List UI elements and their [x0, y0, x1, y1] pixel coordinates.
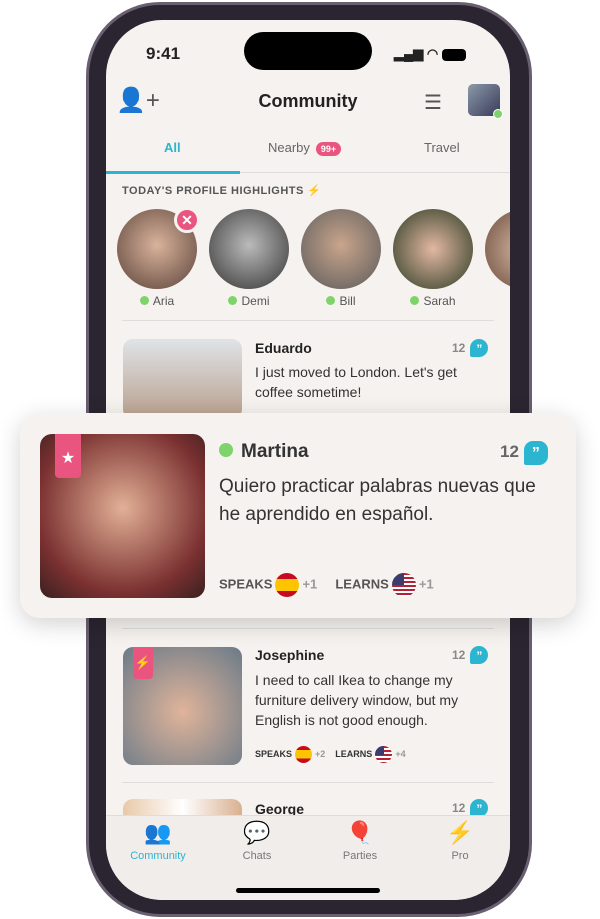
highlight-avatar-bill[interactable]: [301, 209, 381, 289]
quote-icon: ”: [470, 339, 489, 357]
lightning-icon: ⚡: [446, 820, 474, 845]
balloons-icon: 🎈: [346, 820, 374, 845]
tab-travel[interactable]: Travel: [424, 140, 460, 155]
post-count: 12”: [452, 339, 489, 357]
highlights-title: TODAY'S PROFILE HIGHLIGHTS ⚡: [122, 184, 322, 197]
featured-post-card[interactable]: ★ Martina 12” Quiero practicar palabras …: [20, 413, 576, 618]
tab-label: Nearby: [268, 140, 310, 155]
post-message: Quiero practicar palabras nuevas que he …: [219, 476, 536, 525]
nav-parties[interactable]: 🎈 Parties: [310, 816, 410, 862]
battery-icon: [441, 48, 466, 61]
sliders-icon[interactable]: ☰: [424, 90, 442, 115]
dynamic-island: [244, 32, 372, 70]
quote-icon: ”: [470, 646, 489, 664]
online-indicator: [493, 109, 503, 119]
profile-avatar[interactable]: [468, 84, 503, 119]
tab-active-indicator: [106, 171, 240, 174]
post-photo-martina[interactable]: ★: [40, 434, 205, 598]
signal-icon: ▂▄▆: [394, 46, 424, 61]
star-icon: ★: [55, 434, 81, 478]
nav-pro[interactable]: ⚡ Pro: [410, 816, 510, 862]
post-photo-josephine[interactable]: ⚡: [123, 647, 242, 765]
dismiss-icon[interactable]: ✕: [174, 207, 200, 233]
highlight-name: Demi: [209, 294, 289, 308]
nav-chats[interactable]: 💬 Chats: [207, 816, 307, 862]
spain-flag-icon: [295, 746, 313, 763]
post-name[interactable]: Eduardo: [255, 340, 312, 356]
quote-icon: ”: [523, 441, 548, 465]
tab-all[interactable]: All: [164, 140, 181, 155]
status-icons: ▂▄▆ ◠: [394, 46, 466, 62]
post-name[interactable]: Josephine: [255, 647, 324, 663]
post-count: 12”: [500, 441, 548, 465]
post-message: I need to call Ikea to change my furnitu…: [255, 672, 459, 728]
tab-nearby[interactable]: Nearby 99+: [268, 140, 342, 156]
post-name[interactable]: Martina: [219, 441, 309, 463]
us-flag-icon: [391, 573, 416, 597]
highlight-avatar-demi[interactable]: [209, 209, 289, 289]
page-title: Community: [258, 91, 358, 111]
wifi-icon: ◠: [426, 46, 439, 61]
chat-bubble-icon: 💬: [243, 820, 271, 845]
language-row: SPEAKS +1 LEARNS +1: [219, 573, 434, 597]
highlight-name: Aria: [117, 294, 197, 308]
divider: [122, 628, 494, 629]
post-photo-eduardo[interactable]: [123, 339, 242, 419]
post-message: I just moved to London. Let's get coffee…: [255, 364, 457, 400]
people-icon: 👥: [144, 820, 172, 845]
highlights-label: TODAY'S PROFILE HIGHLIGHTS: [122, 185, 304, 197]
divider: [122, 782, 494, 783]
status-time: 9:41: [146, 44, 181, 63]
highlight-name: [485, 294, 510, 308]
divider: [122, 320, 494, 321]
us-flag-icon: [375, 746, 393, 763]
lightning-icon: ⚡: [307, 185, 322, 197]
spain-flag-icon: [275, 573, 300, 597]
highlight-name: Sarah: [393, 294, 473, 308]
highlight-avatar-sarah[interactable]: [393, 209, 473, 289]
highlight-name: Bill: [301, 294, 381, 308]
highlight-avatar-partial[interactable]: [485, 209, 510, 289]
language-row: SPEAKS +2 LEARNS +4: [255, 746, 406, 763]
boost-icon: ⚡: [133, 647, 153, 679]
home-indicator: [236, 888, 380, 893]
post-count: 12”: [452, 646, 489, 664]
nav-community[interactable]: 👥 Community: [108, 816, 208, 862]
nearby-badge: 99+: [315, 142, 342, 156]
